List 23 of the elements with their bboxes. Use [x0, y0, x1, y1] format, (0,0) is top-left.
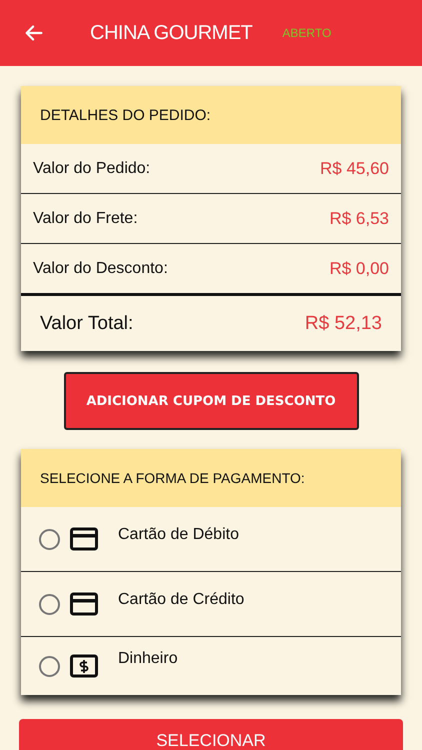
- row-label: Valor do Pedido:: [33, 160, 150, 178]
- radio-button[interactable]: [39, 594, 60, 614]
- radio-button[interactable]: [39, 528, 60, 550]
- card-title: SELECIONE A FORMA DE PAGAMENTO:: [40, 470, 305, 486]
- credit-card-icon: [70, 527, 98, 551]
- payment-option-label[interactable]: Dinheiro: [118, 650, 178, 668]
- row-value: R$ 6,53: [329, 208, 389, 228]
- row-value: R$ 0,00: [329, 258, 389, 278]
- credit-card-icon: [70, 592, 98, 616]
- row-value: R$ 45,60: [320, 158, 389, 178]
- row-label: Valor do Desconto:: [33, 260, 168, 278]
- total-label: Valor Total:: [40, 312, 134, 334]
- radio-button[interactable]: [39, 656, 60, 676]
- select-button[interactable]: SELECIONAR: [19, 719, 403, 750]
- open-status: ABERTO: [282, 26, 332, 40]
- restaurant-name: CHINA GOURMET: [90, 22, 252, 44]
- total-value: R$ 52,13: [304, 312, 382, 334]
- payment-option-label[interactable]: Cartão de Débito: [118, 526, 239, 544]
- payment-option-label[interactable]: Cartão de Crédito: [118, 591, 244, 609]
- add-coupon-button[interactable]: ADICIONAR CUPOM DE DESCONTO: [64, 372, 358, 430]
- cash-icon: [70, 654, 98, 678]
- card-title: DETALHES DO PEDIDO:: [40, 106, 211, 124]
- row-label: Valor do Frete:: [33, 210, 138, 228]
